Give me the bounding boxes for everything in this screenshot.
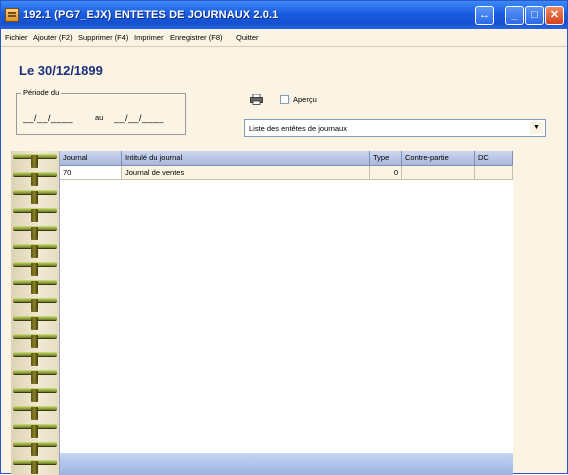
spiral-ring-post xyxy=(31,155,38,168)
spiral-ring xyxy=(13,349,59,367)
window-title: 192.1 (PG7_EJX) ENTETES DE JOURNAUX 2.0.… xyxy=(23,9,279,21)
table-row[interactable]: 70 Journal de ventes 0 xyxy=(60,166,513,180)
grid-header: Journal Intitulé du journal Type Contre-… xyxy=(60,151,513,166)
menu-bar: Fichier Ajouter (F2) Supprimer (F4) Impr… xyxy=(1,29,567,47)
spiral-ring xyxy=(13,223,59,241)
spiral-ring-post xyxy=(31,299,38,312)
cell-journal[interactable]: 70 xyxy=(60,166,122,179)
date-heading: Le 30/12/1899 xyxy=(19,63,103,78)
column-header-contrepartie[interactable]: Contre-partie xyxy=(402,151,475,165)
spiral-ring-post xyxy=(31,317,38,330)
spiral-ring xyxy=(13,277,59,295)
spiral-ring-post xyxy=(31,389,38,402)
spiral-ring-post xyxy=(31,461,38,474)
spiral-ring xyxy=(13,205,59,223)
spiral-ring-post xyxy=(31,173,38,186)
spiral-ring xyxy=(13,457,59,475)
restore-button[interactable]: ↔ xyxy=(475,6,494,25)
spiral-ring xyxy=(13,403,59,421)
spiral-ring xyxy=(13,241,59,259)
spiral-ring xyxy=(13,151,59,169)
menu-imprimer[interactable]: Imprimer xyxy=(134,33,164,42)
spiral-ring xyxy=(13,331,59,349)
cell-type[interactable]: 0 xyxy=(370,166,402,179)
app-icon[interactable] xyxy=(5,8,19,22)
cell-contrepartie[interactable] xyxy=(402,166,475,179)
period-au-label: au xyxy=(95,113,104,122)
journal-grid[interactable]: Journal Intitulé du journal Type Contre-… xyxy=(59,151,513,475)
list-select[interactable]: Liste des entêtes de journaux ▼ xyxy=(244,119,546,137)
period-from-field[interactable]: __/__/____ xyxy=(23,113,73,123)
spiral-ring xyxy=(13,187,59,205)
period-legend: Période du xyxy=(21,88,62,97)
spiral-ring-post xyxy=(31,227,38,240)
column-header-dc[interactable]: DC xyxy=(475,151,513,165)
spiral-ring-post xyxy=(31,425,38,438)
spiral-ring xyxy=(13,295,59,313)
spiral-ring-post xyxy=(31,371,38,384)
spiral-ring-post xyxy=(31,353,38,366)
printer-icon[interactable] xyxy=(250,94,263,105)
spiral-ring xyxy=(13,439,59,457)
spiral-ring-post xyxy=(31,209,38,222)
menu-quitter[interactable]: Quitter xyxy=(236,33,259,42)
minimize-button[interactable]: _ xyxy=(505,6,524,25)
spiral-ring-post xyxy=(31,281,38,294)
spiral-ring xyxy=(13,259,59,277)
cell-intitule[interactable]: Journal de ventes xyxy=(122,166,370,179)
spiral-binding-decoration xyxy=(11,151,59,475)
period-to-field[interactable]: __/__/____ xyxy=(114,113,164,123)
column-header-type[interactable]: Type xyxy=(370,151,402,165)
list-select-value: Liste des entêtes de journaux xyxy=(249,124,347,133)
menu-supprimer[interactable]: Supprimer (F4) xyxy=(78,33,128,42)
application-window: 192.1 (PG7_EJX) ENTETES DE JOURNAUX 2.0.… xyxy=(0,0,568,475)
title-bar[interactable]: 192.1 (PG7_EJX) ENTETES DE JOURNAUX 2.0.… xyxy=(1,1,567,29)
spiral-ring xyxy=(13,313,59,331)
close-button[interactable]: ✕ xyxy=(545,6,564,25)
spiral-ring-post xyxy=(31,245,38,258)
spiral-ring-post xyxy=(31,407,38,420)
chevron-down-icon[interactable]: ▼ xyxy=(530,122,543,134)
spiral-ring-post xyxy=(31,335,38,348)
maximize-button[interactable]: □ xyxy=(525,6,544,25)
menu-fichier[interactable]: Fichier xyxy=(5,33,28,42)
column-header-journal[interactable]: Journal xyxy=(60,151,122,165)
cell-dc[interactable] xyxy=(475,166,513,179)
apercu-checkbox[interactable] xyxy=(280,95,289,104)
spiral-ring xyxy=(13,367,59,385)
spiral-ring-post xyxy=(31,443,38,456)
spiral-ring-post xyxy=(31,191,38,204)
grid-footer xyxy=(60,453,513,475)
column-header-intitule[interactable]: Intitulé du journal xyxy=(122,151,370,165)
apercu-label: Aperçu xyxy=(293,95,317,104)
spiral-ring xyxy=(13,385,59,403)
spiral-ring xyxy=(13,421,59,439)
spiral-ring-post xyxy=(31,263,38,276)
spiral-ring xyxy=(13,169,59,187)
menu-enregistrer[interactable]: Enregistrer (F8) xyxy=(170,33,223,42)
menu-ajouter[interactable]: Ajouter (F2) xyxy=(33,33,73,42)
